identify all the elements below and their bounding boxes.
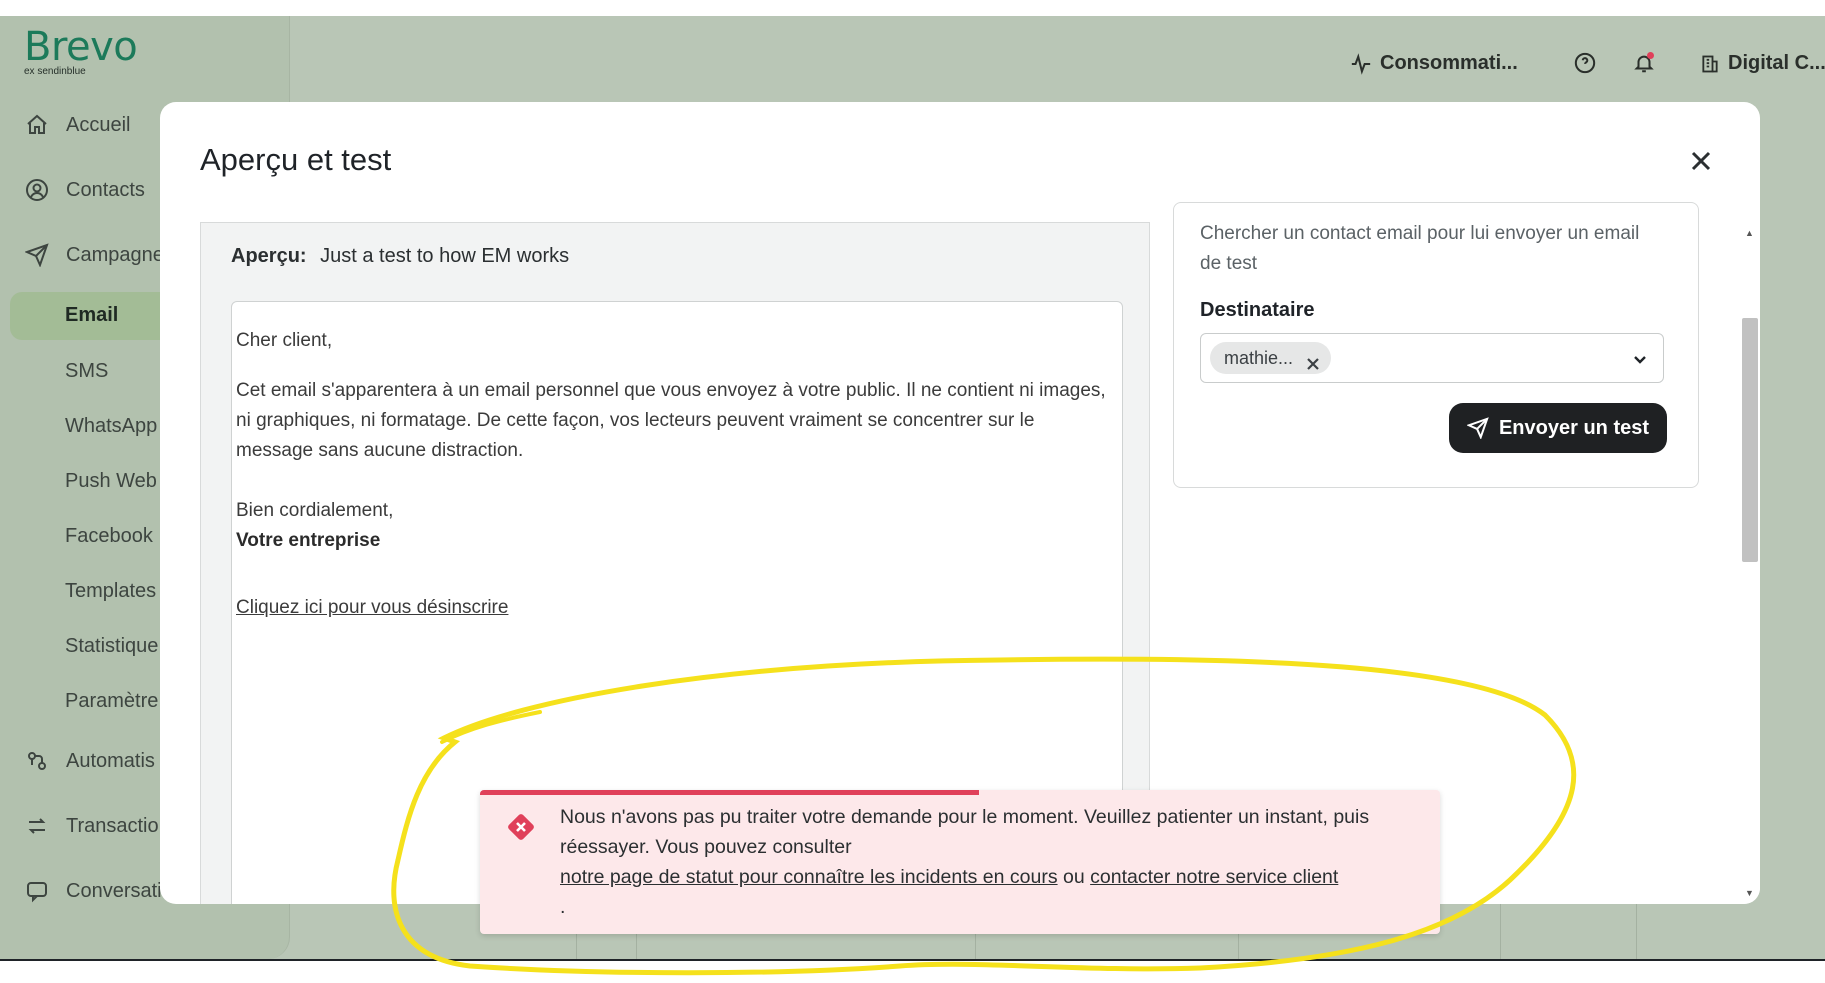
sidebar-subitem-sms[interactable]: SMS	[65, 360, 108, 383]
sidebar-item-accueil[interactable]: Accueil	[24, 108, 130, 142]
toast-message: Nous n'avons pas pu traiter votre demand…	[560, 802, 1420, 922]
scroll-up-arrow-icon[interactable]: ▲	[1745, 228, 1754, 238]
toast-message-text: Nous n'avons pas pu traiter votre demand…	[560, 806, 1370, 858]
send-test-button[interactable]: Envoyer un test	[1449, 403, 1667, 453]
sidebar-subitem-templates[interactable]: Templates	[65, 580, 156, 603]
error-toast: Nous n'avons pas pu traiter votre demand…	[480, 790, 1440, 934]
sidebar-item-label: Campagne	[66, 243, 164, 266]
send-icon	[1466, 417, 1489, 440]
notifications-button[interactable]	[1633, 52, 1655, 74]
recipient-chip: mathie...	[1210, 342, 1332, 374]
error-icon	[504, 810, 538, 844]
scroll-down-arrow-icon[interactable]: ▼	[1745, 888, 1754, 898]
toast-progress-bar	[480, 790, 980, 795]
preview-value: Just a test to how EM works	[320, 245, 570, 267]
remove-chip-icon[interactable]	[1305, 350, 1321, 370]
close-icon	[1691, 151, 1711, 171]
send-test-card: Chercher un contact email pour lui envoy…	[1173, 202, 1699, 488]
email-body-text: Cet email s'apparentera à un email perso…	[236, 380, 1106, 461]
app-background: Brevo ex sendinblue Accueil Contacts Cam…	[0, 16, 1825, 959]
brand-logo[interactable]: Brevo ex sendinblue	[24, 24, 138, 77]
sidebar-item-label: Transactio	[66, 814, 159, 837]
sidebar-item-campagnes[interactable]: Campagne	[24, 238, 164, 272]
sidebar-item-label: Automatis	[66, 749, 155, 772]
sidebar-item-automatisations[interactable]: Automatis	[24, 744, 155, 778]
help-button[interactable]	[1574, 52, 1596, 74]
sidebar-item-contacts[interactable]: Contacts	[24, 173, 145, 207]
account-button[interactable]: Digital C...	[1700, 52, 1825, 75]
sidebar-item-label: Accueil	[66, 113, 131, 136]
sidebar-subitem-whatsapp[interactable]: WhatsApp	[65, 415, 157, 438]
usage-label: Consommati...	[1380, 52, 1518, 74]
preview-test-modal: Aperçu et test Aperçu: Just a test to ho…	[160, 102, 1760, 904]
recipient-select[interactable]: mathie...	[1200, 333, 1664, 383]
sidebar-item-label: Contacts	[66, 178, 145, 201]
send-test-label: Envoyer un test	[1498, 416, 1650, 439]
recipient-label: Destinataire	[1200, 299, 1315, 321]
help-icon	[1574, 52, 1596, 74]
test-description: Chercher un contact email pour lui envoy…	[1200, 223, 1640, 274]
sidebar-subitem-statistiques[interactable]: Statistique	[65, 635, 158, 658]
close-button[interactable]	[1686, 146, 1716, 176]
activity-icon	[1350, 52, 1372, 75]
status-page-link[interactable]: notre page de statut pour connaître les …	[560, 866, 1058, 888]
home-icon	[24, 112, 50, 138]
automation-icon	[24, 748, 50, 774]
sidebar-item-transactionnel[interactable]: Transactio	[24, 809, 159, 843]
bell-icon	[1633, 52, 1655, 74]
toast-end: .	[560, 896, 566, 918]
support-link[interactable]: contacter notre service client	[1090, 866, 1338, 888]
brand-name: Brevo	[24, 24, 138, 70]
sidebar-subitem-email[interactable]: Email	[65, 304, 118, 327]
sidebar-subitem-facebook[interactable]: Facebook	[65, 525, 153, 548]
send-icon	[24, 242, 50, 268]
usage-button[interactable]: Consommati...	[1350, 52, 1518, 75]
chat-icon	[24, 878, 50, 904]
sidebar-subitem-push-web[interactable]: Push Web	[65, 470, 157, 493]
chevron-down-icon[interactable]	[1631, 350, 1649, 368]
scrollbar-thumb[interactable]	[1742, 318, 1758, 562]
sidebar-subitem-parametres[interactable]: Paramètre	[65, 690, 158, 713]
browser-top-strip	[0, 0, 1825, 16]
unsubscribe-link[interactable]: Cliquez ici pour vous désinscrire	[236, 593, 508, 623]
recipient-chip-label: mathie...	[1224, 348, 1294, 368]
preview-text-row: Aperçu: Just a test to how EM works	[231, 245, 569, 268]
email-greeting: Cher client,	[236, 330, 333, 351]
notification-dot	[1647, 52, 1654, 59]
contacts-icon	[24, 177, 50, 203]
browser-bottom-strip	[0, 959, 1825, 983]
email-closing: Bien cordialement,	[236, 500, 394, 521]
preview-label: Aperçu:	[231, 245, 307, 267]
transfer-icon	[24, 813, 50, 839]
modal-title: Aperçu et test	[200, 142, 392, 177]
toast-or: ou	[1063, 866, 1085, 888]
account-label: Digital C...	[1728, 52, 1825, 74]
building-icon	[1700, 54, 1720, 74]
email-signature: Votre entreprise	[236, 530, 381, 551]
